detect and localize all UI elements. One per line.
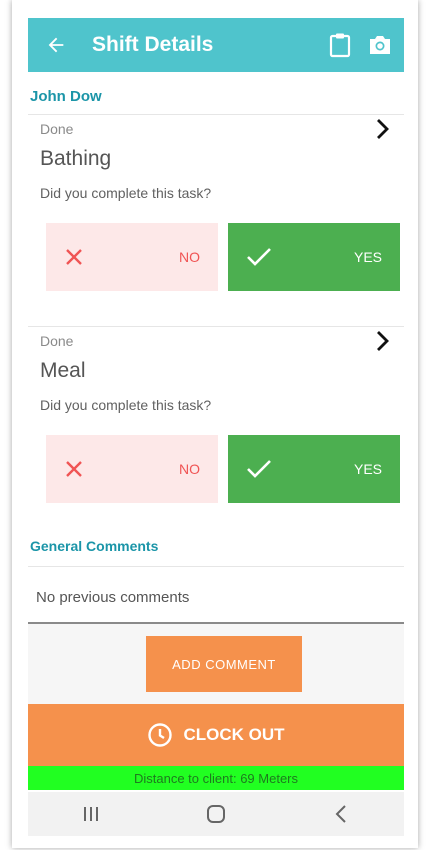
screen: Shift Details John Dow Done Bathing Did … <box>28 0 404 840</box>
clipboard-icon <box>329 33 351 58</box>
chevron-right-icon[interactable] <box>370 329 394 353</box>
recent-apps-icon <box>83 807 98 821</box>
system-back-button[interactable] <box>321 794 361 834</box>
arrow-left-icon <box>48 37 64 53</box>
back-chevron-icon <box>335 805 347 823</box>
general-comments-title: General Comments <box>30 538 159 554</box>
close-icon <box>66 461 82 477</box>
task-card-meal: Done Meal Did you complete this task? NO… <box>28 326 404 522</box>
comments-list: No previous comments <box>28 566 404 624</box>
back-button[interactable] <box>34 23 78 67</box>
clock-out-button[interactable]: CLOCK OUT <box>28 704 404 766</box>
clock-out-label: CLOCK OUT <box>183 725 285 744</box>
comment-action-area: ADD COMMENT <box>28 624 404 704</box>
client-name: John Dow <box>30 88 102 105</box>
no-button[interactable]: NO <box>46 435 218 503</box>
recent-apps-button[interactable] <box>71 794 111 834</box>
task-status: Done <box>40 121 74 137</box>
task-question: Did you complete this task? <box>40 397 212 413</box>
task-question: Did you complete this task? <box>40 185 212 201</box>
check-icon <box>247 248 271 266</box>
yes-button[interactable]: YES <box>228 223 400 291</box>
add-comment-button[interactable]: ADD COMMENT <box>146 636 302 692</box>
distance-banner: Distance to client: 69 Meters <box>28 766 404 790</box>
camera-icon <box>370 36 390 54</box>
no-label: NO <box>179 461 200 477</box>
task-name: Bathing <box>40 147 112 170</box>
system-nav-bar <box>28 792 404 836</box>
app-bar: Shift Details <box>28 18 404 72</box>
task-card-bathing: Done Bathing Did you complete this task?… <box>28 114 404 310</box>
task-name: Meal <box>40 359 86 382</box>
phone-frame: Shift Details John Dow Done Bathing Did … <box>12 0 418 848</box>
empty-comments-text: No previous comments <box>36 589 190 606</box>
clock-icon <box>148 723 173 747</box>
close-icon <box>66 249 82 265</box>
yes-label: YES <box>353 249 382 265</box>
no-button[interactable]: NO <box>46 223 218 291</box>
check-icon <box>247 460 271 478</box>
home-icon <box>206 805 225 823</box>
chevron-right-icon[interactable] <box>370 117 394 141</box>
clipboard-button[interactable] <box>320 23 360 67</box>
yes-button[interactable]: YES <box>228 435 400 503</box>
page-title: Shift Details <box>92 33 214 56</box>
home-button[interactable] <box>196 794 236 834</box>
yes-label: YES <box>353 461 382 477</box>
camera-button[interactable] <box>360 23 400 67</box>
task-status: Done <box>40 333 74 349</box>
no-label: NO <box>179 249 200 265</box>
